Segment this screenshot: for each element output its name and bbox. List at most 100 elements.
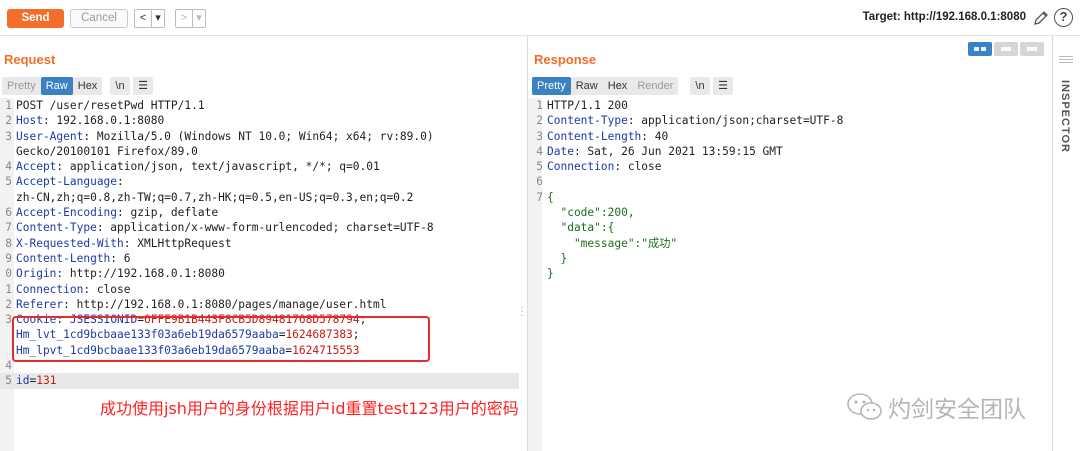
line-number: 1	[536, 99, 543, 112]
line-content: Content-Type: application/x-www-form-url…	[16, 220, 434, 235]
code-line: 6 Accept-Encoding: gzip, deflate	[0, 205, 519, 220]
line-content: Date: Sat, 26 Jun 2021 13:59:15 GMT	[547, 144, 783, 159]
header-name: Referer	[16, 297, 64, 311]
inspector-grip-line	[1059, 59, 1073, 60]
response-view-tabs: Pretty Raw Hex Render	[532, 77, 679, 95]
line-content: zh-CN,zh;q=0.8,zh-TW;q=0.7,zh-HK;q=0.5,e…	[16, 190, 413, 205]
code-line: 3 Content-Length: 40	[531, 129, 1051, 144]
back-history-dropdown[interactable]: ▾	[152, 10, 164, 27]
header-value: : Sat, 26 Jun 2021 13:59:15 GMT	[573, 144, 783, 158]
annotation-caption: 成功使用jsh用户的身份根据用户id重置test123用户的密码	[100, 399, 519, 418]
header-value: : close	[614, 160, 662, 174]
response-tab-pretty[interactable]: Pretty	[532, 77, 571, 95]
code-line: "code":200,	[531, 205, 1051, 220]
request-menu-icon[interactable]: ☰	[133, 77, 153, 95]
line-number: 2	[5, 114, 12, 128]
inspector-sidebar[interactable]: INSPECTOR	[1052, 36, 1080, 451]
code-line: }	[531, 251, 1051, 266]
code-line: 1 HTTP/1.1 200	[531, 98, 1051, 113]
line-content: User-Agent: Mozilla/5.0 (Windows NT 10.0…	[16, 129, 434, 144]
body-param-value: 131	[36, 374, 57, 388]
line-number: 6	[536, 175, 543, 189]
line-number: 4	[536, 144, 543, 158]
line-content: "message":"成功"	[547, 236, 677, 251]
header-name: Connection	[16, 282, 84, 296]
response-panel-title: Response	[534, 52, 597, 67]
inspector-grip-line	[1059, 62, 1073, 63]
line-number: 7	[5, 221, 12, 235]
header-value: : 6	[110, 251, 131, 265]
request-tab-pretty[interactable]: Pretty	[2, 77, 41, 95]
response-tab-hex[interactable]: Hex	[603, 77, 633, 95]
target-label: Target: http://192.168.0.1:8080	[862, 11, 1026, 23]
line-content: Referer: http://192.168.0.1:8080/pages/m…	[16, 297, 386, 312]
response-tab-render[interactable]: Render	[632, 77, 678, 95]
line-number: 3	[5, 129, 12, 143]
edit-target-pencil-icon[interactable]	[1032, 9, 1050, 27]
line-number: 3	[5, 313, 12, 327]
header-value: : http://192.168.0.1:8080	[56, 267, 225, 281]
watermark-text: 灼剑安全团队	[888, 397, 1026, 423]
line-content: Connection: close	[547, 159, 662, 174]
forward-nav-group: > ▾	[175, 9, 206, 28]
line-number: 8	[5, 236, 12, 250]
header-value: Gecko/20100101 Firefox/89.0	[16, 144, 198, 158]
response-newline-toggle[interactable]: \n	[690, 77, 710, 95]
line-number: 1	[5, 99, 12, 112]
line-content: Content-Length: 6	[16, 251, 131, 266]
header-name: User-Agent	[16, 129, 84, 143]
code-line: 2 Content-Type: application/json;charset=…	[531, 113, 1051, 128]
line-number: 2	[5, 297, 12, 311]
line-content: Connection: close	[16, 282, 131, 297]
line-content: HTTP/1.1 200	[547, 98, 628, 113]
code-line: 1 POST /user/resetPwd HTTP/1.1	[0, 98, 519, 113]
header-name: Accept	[16, 160, 57, 174]
help-icon[interactable]: ?	[1054, 8, 1073, 27]
code-line: 7 Content-Type: application/x-www-form-ur…	[0, 220, 519, 235]
line-content: POST /user/resetPwd HTTP/1.1	[16, 98, 205, 113]
line-number: 9	[5, 251, 12, 265]
code-line: Gecko/20100101 Firefox/89.0	[0, 144, 519, 159]
response-menu-icon[interactable]: ☰	[713, 77, 733, 95]
body-param-name: id	[16, 374, 30, 388]
send-button[interactable]: Send	[7, 9, 64, 28]
header-name: Content-Length	[16, 251, 111, 265]
inspector-label: INSPECTOR	[1059, 80, 1071, 153]
request-tab-raw[interactable]: Raw	[40, 77, 73, 95]
line-number: 5	[536, 160, 543, 174]
code-line: 1 Connection: close	[0, 282, 519, 297]
request-panel-title: Request	[4, 52, 56, 67]
layout-horizontal-button[interactable]	[994, 42, 1018, 56]
back-button[interactable]: <	[135, 10, 151, 27]
header-name: Content-Type	[16, 221, 97, 235]
forward-history-dropdown[interactable]: ▾	[193, 10, 205, 27]
header-name: Date	[547, 144, 574, 158]
json-line: "data":{	[547, 221, 615, 235]
layout-side-by-side-button[interactable]	[968, 42, 992, 56]
header-value: : http://192.168.0.1:8080/pages/manage/u…	[63, 297, 387, 311]
forward-button[interactable]: >	[176, 10, 192, 27]
response-editor-options: \n ☰	[690, 77, 733, 95]
code-line: 2 Host: 192.168.0.1:8080	[0, 113, 519, 128]
code-line: 9 Content-Length: 6	[0, 251, 519, 266]
line-content: Content-Type: application/json;charset=U…	[547, 113, 843, 128]
cancel-button[interactable]: Cancel	[70, 9, 128, 28]
layout-tabs-button[interactable]	[1020, 42, 1044, 56]
line-content: Accept-Language:	[16, 174, 124, 189]
header-value: zh-CN,zh;q=0.8,zh-TW;q=0.7,zh-HK;q=0.5,e…	[16, 190, 414, 204]
top-toolbar: Send Cancel < ▾ > ▾ Target: http://192.1…	[0, 0, 1080, 36]
json-line: "code":200,	[547, 206, 635, 220]
response-tab-raw[interactable]: Raw	[571, 77, 603, 95]
scrollbar-grip[interactable]: · · ·	[519, 303, 525, 321]
line-number: 5	[5, 374, 12, 388]
code-line: 6	[531, 174, 1051, 189]
back-nav-group: < ▾	[134, 9, 165, 28]
header-value: :	[117, 175, 124, 189]
line-content: Origin: http://192.168.0.1:8080	[16, 266, 225, 281]
code-line: 8 X-Requested-With: XMLHttpRequest	[0, 236, 519, 251]
request-newline-toggle[interactable]: \n	[110, 77, 130, 95]
request-tab-hex[interactable]: Hex	[73, 77, 103, 95]
header-name: Accept-Encoding	[16, 206, 118, 220]
header-value: : Mozilla/5.0 (Windows NT 10.0; Win64; x…	[83, 129, 434, 143]
header-value: : close	[83, 282, 131, 296]
